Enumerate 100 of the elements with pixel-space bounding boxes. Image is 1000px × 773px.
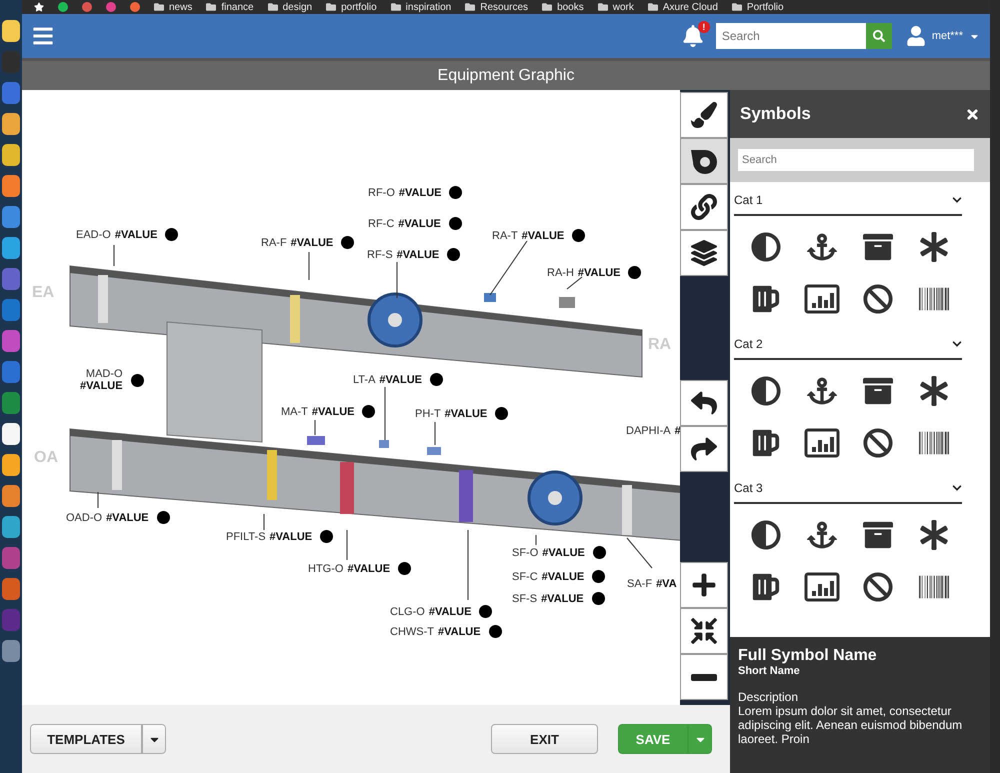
notification-bell-icon[interactable]	[682, 25, 704, 47]
templates-dropdown-button[interactable]	[142, 724, 166, 754]
point-status-dot[interactable]	[320, 530, 334, 543]
asterisk-icon	[919, 232, 949, 262]
folder-icon	[390, 2, 401, 12]
exit-button[interactable]: EXIT	[491, 724, 598, 754]
point-status-dot[interactable]	[572, 229, 586, 242]
point-status-dot[interactable]	[592, 570, 606, 583]
description-label: Description	[738, 690, 800, 704]
leader-line	[384, 386, 386, 440]
app-icon[interactable]	[2, 454, 20, 476]
close-button[interactable]	[965, 106, 980, 122]
fit-button[interactable]	[680, 608, 728, 654]
point-status-dot[interactable]	[448, 217, 462, 230]
point-status-dot[interactable]	[362, 405, 376, 418]
leader-line	[490, 240, 528, 296]
point-status-dot[interactable]	[479, 605, 492, 618]
point-name: MAD-O	[86, 368, 123, 380]
bookmark-link[interactable]: portfolio	[341, 2, 377, 12]
point-status-dot[interactable]	[341, 236, 354, 249]
chevron-icon	[952, 483, 962, 493]
bookmark-link[interactable]: work	[612, 2, 634, 12]
plus-icon	[691, 572, 717, 598]
bookmark-link[interactable]: news	[169, 2, 192, 12]
point-status-dot[interactable]	[398, 562, 412, 575]
point-status-dot[interactable]	[430, 373, 444, 386]
anchor-icon	[807, 376, 837, 406]
point-value: #VALUE	[312, 406, 354, 418]
leader-line	[626, 538, 652, 568]
point-status-dot[interactable]	[592, 592, 605, 605]
folder-icon	[542, 2, 552, 12]
bookmark-link[interactable]: design	[282, 2, 312, 12]
category-header[interactable]: Cat 2	[734, 330, 962, 360]
point-status-dot[interactable]	[488, 625, 502, 638]
point-value: #VALUE	[114, 228, 158, 240]
point-name: PFILT-S	[226, 530, 266, 542]
app-icon[interactable]	[58, 2, 68, 12]
point-status-dot[interactable]	[449, 186, 462, 199]
archive-box-icon	[863, 232, 893, 262]
search-icon	[872, 30, 885, 42]
page-title: Equipment Graphic	[22, 58, 990, 90]
redo-button[interactable]	[680, 426, 728, 472]
point-name: CHWS-T	[390, 626, 434, 638]
zoom-out-button[interactable]	[680, 654, 728, 700]
bookmark-link[interactable]: Resources	[480, 2, 528, 12]
app-icon[interactable]	[2, 113, 20, 135]
point-status-dot[interactable]	[165, 228, 178, 241]
bookmark-link[interactable]: books	[557, 2, 584, 12]
point-name: LT-A	[353, 374, 376, 386]
category-header[interactable]: Cat 1	[734, 186, 962, 216]
bookmark-link[interactable]: Axure Cloud	[662, 2, 718, 12]
category-header[interactable]: Cat 3	[734, 474, 962, 504]
bar-chart-icon	[804, 428, 840, 458]
contrast-icon	[751, 376, 781, 406]
point-name: DAPHI-A	[626, 425, 671, 437]
asterisk-icon	[919, 376, 949, 406]
app-icon[interactable]	[2, 423, 20, 445]
link-icon	[691, 194, 717, 220]
tool-button[interactable]	[680, 138, 728, 184]
point-status-dot[interactable]	[156, 511, 170, 524]
search-button[interactable]	[866, 23, 892, 49]
search-field[interactable]: Search	[716, 23, 866, 49]
point-value: #VALUE	[379, 374, 422, 386]
zoom-in-button[interactable]	[680, 562, 728, 608]
undo-button[interactable]	[680, 380, 728, 426]
asterisk-icon	[919, 520, 949, 550]
point-value: #VALUE	[347, 562, 390, 574]
point-value: #VALUE	[541, 592, 584, 604]
folder-icon	[598, 2, 608, 12]
bookmark-link[interactable]: Portfolio	[746, 2, 784, 12]
point-name: HTG-O	[308, 562, 344, 574]
user-menu-button[interactable]: met***	[906, 26, 980, 46]
point-status-dot[interactable]	[592, 546, 606, 559]
tool-button[interactable]	[680, 184, 728, 230]
symbol-search-field[interactable]: Search	[738, 149, 974, 171]
layers-icon	[691, 240, 717, 266]
user-icon	[906, 26, 926, 46]
anchor-icon	[807, 232, 837, 262]
point-status-dot[interactable]	[628, 266, 642, 279]
menu-icon[interactable]	[32, 25, 54, 47]
point-status-dot[interactable]	[447, 248, 460, 261]
paintbrush-icon	[691, 102, 717, 128]
point-value: #VALUE	[106, 512, 149, 524]
folder-icon	[465, 2, 476, 12]
archive-box-icon	[863, 520, 893, 550]
templates-button[interactable]: TEMPLATES	[30, 724, 142, 754]
app-icon[interactable]	[2, 20, 20, 42]
app-icon[interactable]	[2, 144, 20, 166]
chevron-icon	[952, 339, 962, 349]
point-name: RF-O	[368, 186, 395, 198]
bookmark-link[interactable]: finance	[221, 2, 254, 12]
blower-icon	[689, 148, 719, 174]
point-status-dot[interactable]	[495, 407, 508, 420]
bookmark-link[interactable]: inspiration	[406, 2, 452, 12]
tool-button[interactable]	[680, 92, 728, 138]
tool-button[interactable]	[680, 230, 728, 276]
save-dropdown-button[interactable]	[688, 724, 712, 754]
star-icon[interactable]	[34, 2, 44, 12]
point-status-dot[interactable]	[130, 374, 144, 386]
point-name: RA-H	[547, 266, 574, 278]
